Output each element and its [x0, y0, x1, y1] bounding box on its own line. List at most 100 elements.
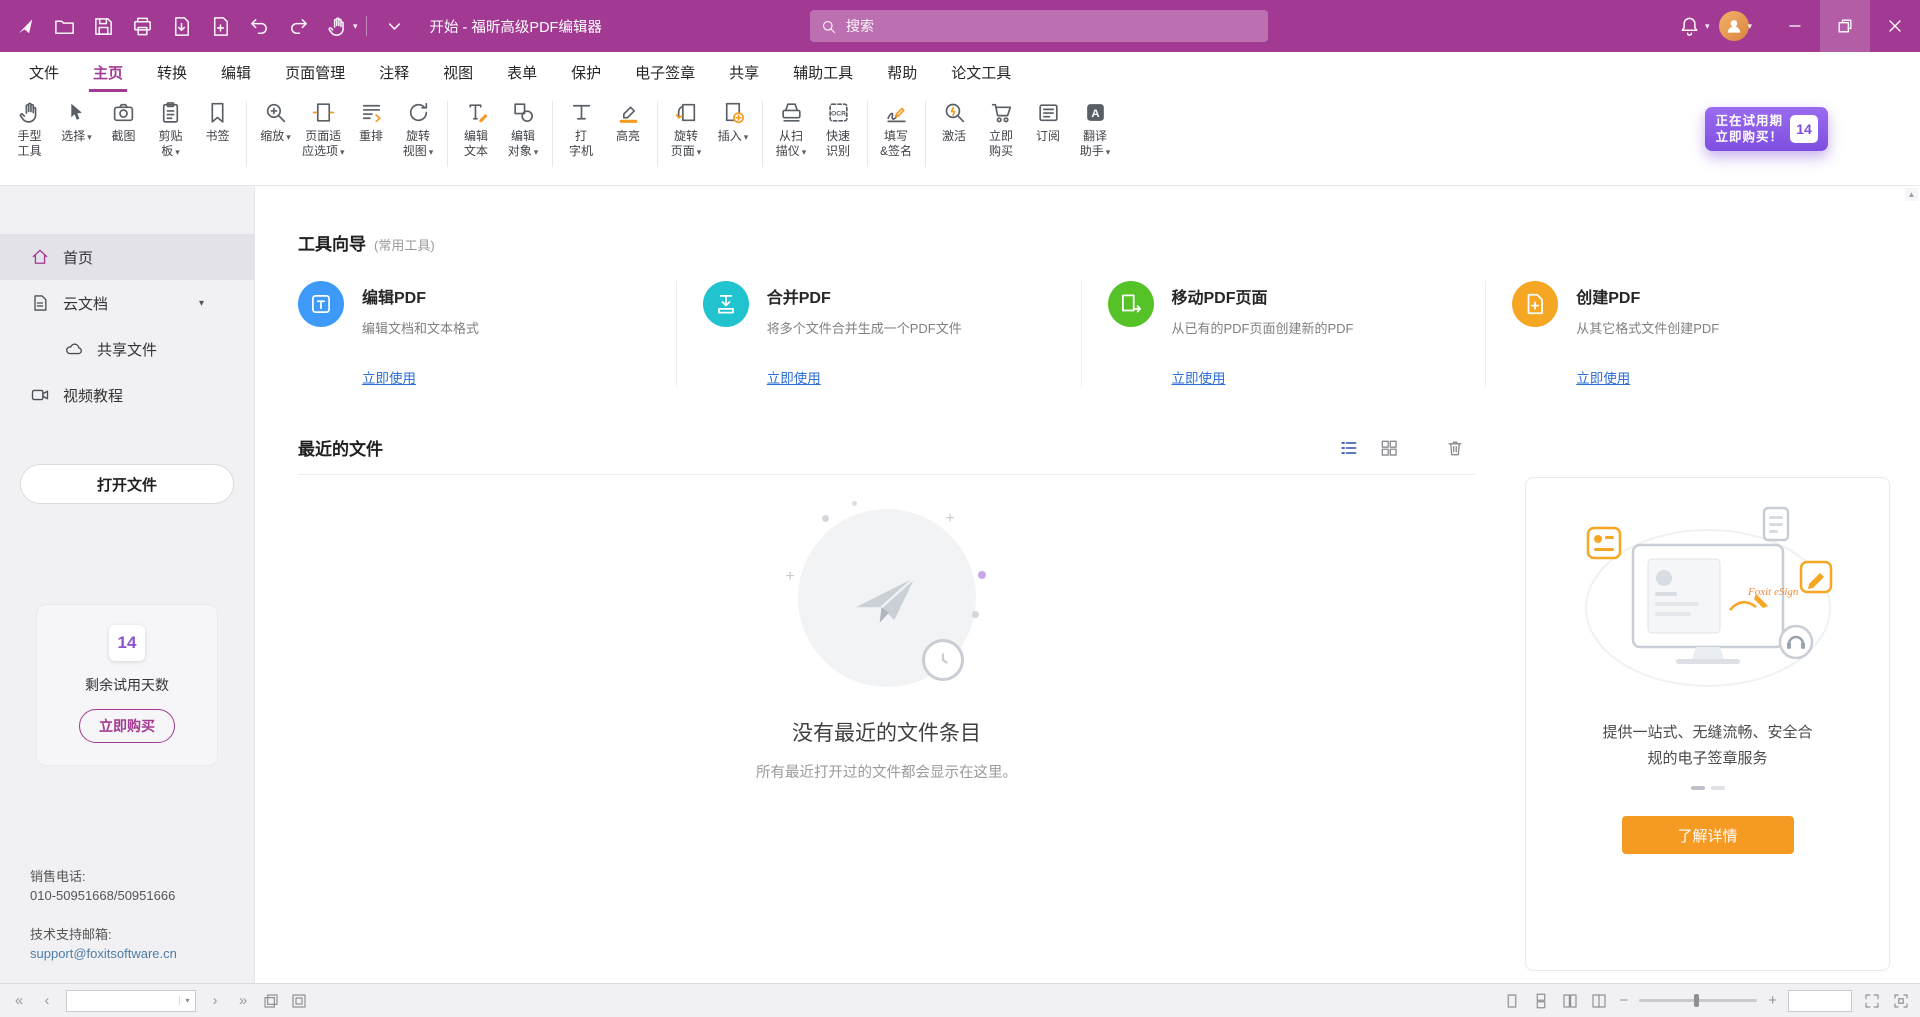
fullscreen-icon[interactable]: [1892, 992, 1910, 1010]
trial-badge[interactable]: 正在试用期 立即购买！ 14: [1705, 107, 1828, 151]
use-now-link-edit-pdf[interactable]: 立即使用: [362, 367, 416, 387]
carousel-dot[interactable]: [1711, 786, 1725, 790]
prev-page-button[interactable]: ‹: [38, 992, 56, 1009]
menu-share[interactable]: 共享: [712, 52, 776, 92]
page-number-input[interactable]: [67, 994, 179, 1008]
ribbon-reflow[interactable]: 重排: [348, 97, 395, 147]
continuous-view-icon[interactable]: [1532, 992, 1550, 1010]
last-page-button[interactable]: »: [234, 992, 252, 1009]
ribbon-insert-pages[interactable]: 插入▾: [710, 97, 757, 148]
menu-home[interactable]: 主页: [76, 52, 140, 92]
clear-recent-icon[interactable]: [1445, 438, 1465, 458]
menu-help[interactable]: 帮助: [870, 52, 934, 92]
support-email-link[interactable]: support@foxitsoftware.cn: [30, 944, 244, 963]
ribbon-select[interactable]: 选择▾: [53, 97, 100, 148]
ribbon-activate[interactable]: 激活: [931, 97, 978, 147]
export-pdf-icon[interactable]: [170, 15, 193, 38]
zoom-in-button[interactable]: +: [1768, 993, 1777, 1008]
ribbon-typewriter[interactable]: 打字机: [558, 97, 605, 162]
ribbon-translate[interactable]: A翻译助手▾: [1072, 97, 1119, 163]
close-button[interactable]: [1870, 0, 1920, 52]
next-page-button[interactable]: ›: [206, 992, 224, 1009]
menu-file[interactable]: 文件: [12, 52, 76, 92]
create-pdf-icon[interactable]: [209, 15, 232, 38]
use-now-link-merge-pdf[interactable]: 立即使用: [767, 367, 821, 387]
ribbon-rotate-view[interactable]: 旋转视图▾: [395, 97, 442, 163]
sidebar-item-cloud-docs[interactable]: 云文档▾: [0, 280, 254, 326]
customize-toolbar-icon[interactable]: [383, 15, 406, 38]
buy-now-button[interactable]: 立即购买: [79, 709, 175, 743]
ribbon-subscribe[interactable]: 订阅: [1025, 97, 1072, 147]
menu-protect[interactable]: 保护: [554, 52, 618, 92]
first-page-button[interactable]: «: [10, 992, 28, 1009]
sidebar-item-home[interactable]: 首页: [0, 234, 254, 280]
avatar[interactable]: [1719, 11, 1749, 41]
menu-comment[interactable]: 注释: [362, 52, 426, 92]
book-view-icon[interactable]: [1590, 992, 1608, 1010]
minimize-button[interactable]: [1770, 0, 1820, 52]
zoom-out-button[interactable]: −: [1619, 993, 1628, 1008]
save-icon[interactable]: [92, 15, 115, 38]
undo-icon[interactable]: [248, 15, 271, 38]
hand-mode-icon[interactable]: [326, 15, 349, 38]
ribbon-buy-now[interactable]: 立即购买: [978, 97, 1025, 162]
account-dropdown-arrow[interactable]: ▾: [1747, 21, 1752, 32]
snapshot-view-icon[interactable]: [262, 992, 280, 1010]
zoom-level-box[interactable]: [1788, 990, 1852, 1012]
grid-view-icon[interactable]: [1379, 438, 1399, 458]
use-now-link-create-pdf[interactable]: 立即使用: [1576, 367, 1630, 387]
open-file-button[interactable]: 打开文件: [20, 464, 234, 504]
redo-icon[interactable]: [287, 15, 310, 38]
learn-more-button[interactable]: 了解详情: [1622, 816, 1794, 854]
zoom-level-input[interactable]: [1789, 991, 1851, 1011]
ribbon-edit-text[interactable]: 编辑文本: [453, 97, 500, 162]
ribbon-highlight[interactable]: 高亮: [605, 97, 652, 147]
ribbon-from-scanner[interactable]: 从扫描仪▾: [768, 97, 815, 163]
menu-page-manage[interactable]: 页面管理: [268, 52, 362, 92]
ribbon-zoom[interactable]: 缩放▾: [252, 97, 299, 148]
ribbon-bookmark[interactable]: 书签: [194, 97, 241, 147]
page-number-box[interactable]: ▾: [66, 990, 196, 1012]
ribbon-clipboard[interactable]: 剪贴板▾: [147, 97, 194, 163]
page-dropdown-arrow[interactable]: ▾: [179, 996, 195, 1005]
ribbon-snapshot[interactable]: 截图: [100, 97, 147, 147]
ribbon-fill-sign[interactable]: 填写&签名: [873, 97, 920, 162]
clipboard-view-icon[interactable]: [290, 992, 308, 1010]
scrollbar-up-arrow[interactable]: ▲: [1905, 188, 1918, 201]
sidebar-item-video-tutorials[interactable]: 视频教程: [0, 372, 254, 418]
ribbon-hand-tool[interactable]: 手型工具: [6, 97, 53, 162]
menu-form[interactable]: 表单: [490, 52, 554, 92]
use-now-link-move-pdf[interactable]: 立即使用: [1172, 367, 1226, 387]
carousel-dot[interactable]: [1691, 786, 1705, 790]
menu-accessibility[interactable]: 辅助工具: [776, 52, 870, 92]
zoom-slider-thumb[interactable]: [1694, 994, 1699, 1007]
menu-view[interactable]: 视图: [426, 52, 490, 92]
open-file-icon[interactable]: [53, 15, 76, 38]
search-box[interactable]: [810, 10, 1268, 42]
carousel-dots[interactable]: [1691, 786, 1725, 790]
zoom-slider[interactable]: [1639, 999, 1757, 1002]
ribbon-fit-options[interactable]: 页面适应选项▾: [299, 97, 348, 163]
ribbon-quick-ocr[interactable]: OCR快速识别: [815, 97, 862, 162]
single-page-view-icon[interactable]: [1503, 992, 1521, 1010]
menu-convert[interactable]: 转换: [140, 52, 204, 92]
hand-mode-dropdown-arrow[interactable]: ▾: [353, 21, 358, 32]
search-input[interactable]: [846, 18, 1258, 34]
print-icon[interactable]: [131, 15, 154, 38]
fit-screen-icon[interactable]: [1863, 992, 1881, 1010]
restore-button[interactable]: [1820, 0, 1870, 52]
notifications-icon[interactable]: [1678, 15, 1701, 38]
ribbon-separator: [657, 101, 658, 167]
ribbon-rotate-pages[interactable]: 旋转页面▾: [663, 97, 710, 163]
ribbon-edit-object[interactable]: 编辑对象▾: [500, 97, 547, 163]
list-view-icon[interactable]: [1339, 438, 1359, 458]
edit-object-icon: [511, 100, 536, 125]
expand-arrow-icon[interactable]: ▾: [199, 298, 204, 309]
menu-edit[interactable]: 编辑: [204, 52, 268, 92]
menu-esign[interactable]: 电子签章: [618, 52, 712, 92]
ribbon-label: 高亮: [616, 129, 640, 144]
menu-paper-tools[interactable]: 论文工具: [934, 52, 1028, 92]
sidebar-item-shared-files[interactable]: 共享文件: [0, 326, 254, 372]
facing-view-icon[interactable]: [1561, 992, 1579, 1010]
notifications-dropdown-arrow[interactable]: ▾: [1705, 21, 1710, 32]
